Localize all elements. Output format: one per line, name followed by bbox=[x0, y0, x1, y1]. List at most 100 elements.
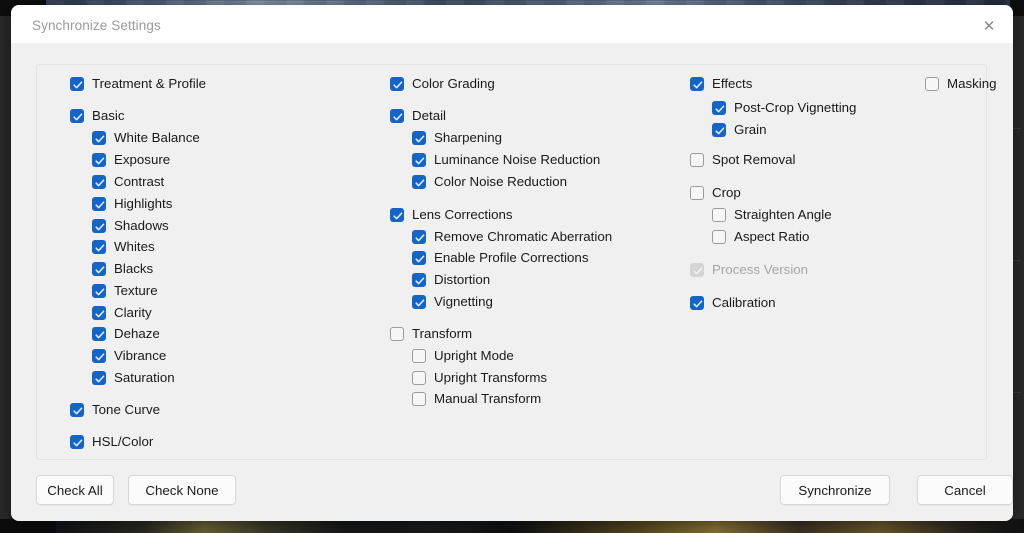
checkbox-checked-icon[interactable] bbox=[412, 175, 426, 189]
checkbox-unchecked-icon[interactable] bbox=[412, 371, 426, 385]
check-none-button[interactable]: Check None bbox=[128, 475, 236, 505]
checkbox-checked-icon[interactable] bbox=[92, 175, 106, 189]
close-icon[interactable]: ✕ bbox=[978, 16, 1000, 36]
checkbox-row[interactable]: Luminance Noise Reduction bbox=[412, 149, 600, 171]
checkbox-row[interactable]: Texture bbox=[92, 280, 158, 302]
checkbox-row[interactable]: Remove Chromatic Aberration bbox=[412, 226, 612, 248]
checkbox-label: Remove Chromatic Aberration bbox=[434, 229, 613, 245]
screen: Synchronize Settings ✕ Treatment & Profi… bbox=[0, 0, 1024, 533]
dialog-title: Synchronize Settings bbox=[32, 18, 161, 33]
background-rail-tick bbox=[1013, 128, 1021, 129]
checkbox-label: Sharpening bbox=[434, 130, 503, 146]
checkbox-row[interactable]: Upright Transforms bbox=[412, 367, 547, 389]
checkbox-row[interactable]: Exposure bbox=[92, 149, 170, 171]
checkbox-row[interactable]: Contrast bbox=[92, 171, 164, 193]
settings-column-left: Treatment & Profile Basic White Balance Exp… bbox=[37, 65, 357, 459]
checkbox-label: Upright Mode bbox=[434, 348, 514, 364]
checkbox-row[interactable]: White Balance bbox=[92, 127, 200, 149]
checkbox-row[interactable]: Color Grading bbox=[390, 73, 495, 95]
checkbox-checked-icon[interactable] bbox=[92, 219, 106, 233]
checkbox-checked-icon[interactable] bbox=[92, 240, 106, 254]
checkbox-row[interactable]: Sharpening bbox=[412, 127, 502, 149]
settings-panel: Treatment & Profile Basic White Balance Exp… bbox=[36, 64, 997, 460]
checkbox-checked-icon[interactable] bbox=[412, 230, 426, 244]
checkbox-label: Contrast bbox=[114, 174, 165, 190]
checkbox-row[interactable]: Masking bbox=[925, 73, 997, 95]
checkbox-checked-icon[interactable] bbox=[92, 262, 106, 276]
checkbox-label: Texture bbox=[114, 283, 158, 299]
checkbox-checked-icon[interactable] bbox=[390, 77, 404, 91]
checkbox-label: Detail bbox=[412, 108, 446, 124]
checkbox-row[interactable]: Transform bbox=[390, 323, 472, 345]
checkbox-row[interactable]: Saturation bbox=[92, 367, 175, 389]
checkbox-row[interactable]: Clarity bbox=[92, 302, 152, 324]
checkbox-label: Vibrance bbox=[114, 348, 167, 364]
synchronize-button[interactable]: Synchronize bbox=[780, 475, 890, 505]
checkbox-checked-icon[interactable] bbox=[92, 306, 106, 320]
checkbox-row[interactable]: Detail bbox=[390, 105, 446, 127]
checkbox-checked-icon[interactable] bbox=[70, 435, 84, 449]
checkbox-label: Exposure bbox=[114, 152, 171, 168]
checkbox-row[interactable]: Color Noise Reduction bbox=[412, 171, 567, 193]
checkbox-row[interactable]: Blacks bbox=[92, 258, 153, 280]
checkbox-row[interactable]: Upright Mode bbox=[412, 345, 514, 367]
checkbox-row[interactable]: Dehaze bbox=[92, 323, 160, 345]
checkbox-label: White Balance bbox=[114, 130, 200, 146]
checkbox-row[interactable]: Enable Profile Corrections bbox=[412, 247, 588, 269]
check-all-button[interactable]: Check All bbox=[36, 475, 114, 505]
checkbox-checked-icon[interactable] bbox=[412, 131, 426, 145]
background-bottom-dark-strip bbox=[0, 519, 56, 533]
checkbox-row[interactable]: Basic bbox=[70, 105, 125, 127]
checkbox-label: HSL/Color bbox=[92, 434, 154, 450]
checkbox-row[interactable]: Whites bbox=[92, 236, 155, 258]
dialog-titlebar: Synchronize Settings ✕ bbox=[11, 5, 1013, 43]
background-rail-tick bbox=[1013, 392, 1021, 393]
checkbox-row[interactable]: Highlights bbox=[92, 193, 172, 215]
checkbox-checked-icon[interactable] bbox=[92, 349, 106, 363]
checkbox-unchecked-icon[interactable] bbox=[390, 327, 404, 341]
checkbox-unchecked-icon[interactable] bbox=[925, 77, 939, 91]
checkbox-checked-icon[interactable] bbox=[92, 284, 106, 298]
checkbox-row[interactable]: Lens Corrections bbox=[390, 204, 513, 226]
checkbox-checked-icon[interactable] bbox=[412, 295, 426, 309]
cancel-button[interactable]: Cancel bbox=[917, 475, 1013, 505]
checkbox-checked-icon[interactable] bbox=[412, 273, 426, 287]
checkbox-label: Lens Corrections bbox=[412, 207, 513, 223]
checkbox-label: Treatment & Profile bbox=[92, 76, 207, 92]
checkbox-checked-icon[interactable] bbox=[70, 77, 84, 91]
checkbox-label: Distortion bbox=[434, 272, 491, 288]
checkbox-label: Manual Transform bbox=[434, 391, 542, 407]
checkbox-unchecked-icon[interactable] bbox=[412, 392, 426, 406]
dialog-body: Treatment & Profile Basic White Balance Exp… bbox=[11, 43, 1013, 521]
checkbox-unchecked-icon[interactable] bbox=[412, 349, 426, 363]
checkbox-row[interactable]: Manual Transform bbox=[412, 388, 541, 410]
checkbox-checked-icon[interactable] bbox=[92, 327, 106, 341]
checkbox-row[interactable]: HSL/Color bbox=[70, 431, 153, 453]
checkbox-label: Enable Profile Corrections bbox=[434, 250, 589, 266]
settings-column-middle: Color Grading Detail Sharpening Luminance N… bbox=[357, 65, 657, 459]
checkbox-row[interactable]: Distortion bbox=[412, 269, 490, 291]
checkbox-checked-icon[interactable] bbox=[390, 109, 404, 123]
checkbox-checked-icon[interactable] bbox=[70, 403, 84, 417]
checkbox-label: Whites bbox=[114, 239, 155, 255]
checkbox-row[interactable]: Treatment & Profile bbox=[70, 73, 206, 95]
checkbox-checked-icon[interactable] bbox=[92, 153, 106, 167]
checkbox-row[interactable]: Shadows bbox=[92, 215, 169, 237]
checkbox-checked-icon[interactable] bbox=[412, 153, 426, 167]
checkbox-row[interactable]: Vignetting bbox=[412, 291, 493, 313]
checkbox-label: Transform bbox=[412, 326, 473, 342]
checkbox-row[interactable]: Tone Curve bbox=[70, 399, 160, 421]
checkbox-row[interactable]: Vibrance bbox=[92, 345, 166, 367]
checkbox-label: Vignetting bbox=[434, 294, 493, 310]
checkbox-label: Dehaze bbox=[114, 326, 160, 342]
checkbox-checked-icon[interactable] bbox=[92, 131, 106, 145]
background-rail-tick bbox=[1013, 260, 1021, 261]
checkbox-checked-icon[interactable] bbox=[412, 251, 426, 265]
checkbox-checked-icon[interactable] bbox=[92, 197, 106, 211]
checkbox-checked-icon[interactable] bbox=[70, 109, 84, 123]
checkbox-label: Color Noise Reduction bbox=[434, 174, 568, 190]
checkbox-label: Saturation bbox=[114, 370, 175, 386]
checkbox-checked-icon[interactable] bbox=[92, 371, 106, 385]
background-photo-bottom bbox=[0, 519, 1024, 533]
checkbox-checked-icon[interactable] bbox=[390, 208, 404, 222]
